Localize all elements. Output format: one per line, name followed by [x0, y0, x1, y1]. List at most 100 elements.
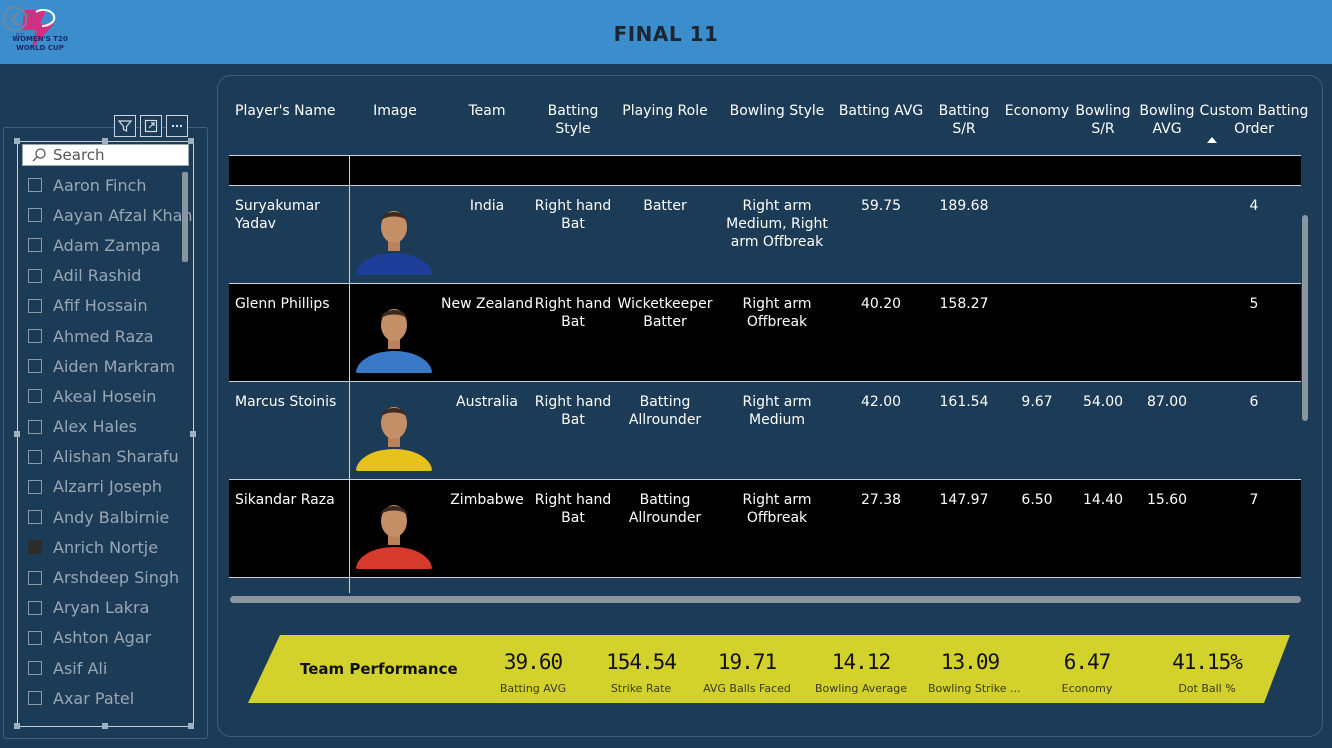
table-cell: Right hand Bat: [534, 492, 612, 526]
table-cell: Right hand Bat: [534, 296, 612, 330]
slicer-item[interactable]: Ashton Agar: [28, 623, 188, 653]
slicer-item[interactable]: Axar Patel: [28, 683, 188, 713]
table-cell: 59.75: [860, 198, 902, 214]
slicer-item[interactable]: Anrich Nortje: [28, 532, 188, 562]
search-input[interactable]: Search: [22, 144, 189, 166]
player-photo: [355, 295, 433, 373]
sort-ascending-icon[interactable]: [1207, 137, 1217, 143]
table-header: Player's Name Image Team Batting Style Playi…: [229, 92, 1308, 154]
table-cell: 189.68: [939, 198, 989, 214]
table-cell: 14.40: [1082, 492, 1124, 508]
slicer-item[interactable]: Andy Balbirnie: [28, 502, 188, 532]
row-divider: [229, 283, 1301, 284]
kpi-value: 6.47: [1063, 650, 1112, 674]
resize-handle[interactable]: [14, 723, 20, 729]
slicer-item-label: Ashton Agar: [53, 628, 152, 648]
slicer-item[interactable]: Ahmed Raza: [28, 321, 188, 351]
column-header[interactable]: Player's Name: [235, 102, 345, 120]
slicer-checkbox[interactable]: [28, 329, 42, 344]
slicer-item[interactable]: Alex Hales: [28, 412, 188, 442]
column-header[interactable]: Batting Style: [533, 102, 613, 138]
table-cell: Right arm Offbreak: [742, 296, 812, 330]
resize-handle[interactable]: [188, 138, 194, 144]
table-cell: Suryakumar Yadav: [235, 198, 320, 232]
table-row[interactable]: Sikandar Raza Zimbabwe Right hand Bat Batti…: [229, 479, 1301, 577]
resize-handle[interactable]: [14, 431, 20, 437]
slicer-checkbox[interactable]: [28, 238, 42, 253]
kpi-label: Bowling Average: [814, 682, 907, 695]
resize-handle[interactable]: [188, 723, 194, 729]
table-cell: 4: [1249, 198, 1259, 214]
slicer-item[interactable]: Asif Ali: [28, 653, 188, 683]
focus-mode-icon[interactable]: [140, 115, 162, 137]
kpi-card: 39.60 Batting AVG: [493, 648, 573, 695]
slicer-item[interactable]: Alishan Sharafu: [28, 442, 188, 472]
table-row[interactable]: Marcus Stoinis Australia Right hand Bat Bat…: [229, 381, 1301, 479]
table-cell: India: [469, 198, 505, 214]
resize-handle[interactable]: [190, 431, 196, 437]
slicer-item[interactable]: Arshdeep Singh: [28, 562, 188, 592]
slicer-item-label: Alzarri Joseph: [53, 477, 162, 497]
slicer-item[interactable]: Adam Zampa: [28, 230, 188, 260]
slicer-item[interactable]: Alzarri Joseph: [28, 472, 188, 502]
column-header[interactable]: Batting S/R: [925, 102, 1003, 138]
column-header[interactable]: Team: [441, 102, 533, 120]
column-header[interactable]: Bowling AVG: [1135, 102, 1199, 138]
slicer-checkbox[interactable]: [28, 661, 42, 676]
table-row-partial: [229, 577, 1301, 593]
slicer-checkbox[interactable]: [28, 691, 42, 706]
slicer-checkbox[interactable]: [28, 298, 42, 313]
slicer-item-label: Aaron Finch: [53, 175, 147, 195]
more-options-icon[interactable]: [166, 115, 188, 137]
column-header[interactable]: Custom Batting Order: [1199, 102, 1309, 138]
resize-handle[interactable]: [14, 138, 20, 144]
slicer-checkbox[interactable]: [28, 600, 42, 615]
table-cell: 6.50: [1021, 492, 1053, 508]
slicer-checkbox[interactable]: [28, 630, 42, 645]
slicer-checkbox[interactable]: [28, 359, 42, 374]
table-vertical-scrollbar[interactable]: [1302, 215, 1308, 421]
column-header[interactable]: Playing Role: [613, 102, 717, 120]
kpi-value: 13.09: [940, 650, 1000, 674]
slicer-checkbox[interactable]: [28, 570, 42, 585]
slicer-checkbox[interactable]: [28, 268, 42, 283]
table-cell: Zimbabwe: [450, 492, 524, 508]
slicer-checkbox[interactable]: [28, 510, 42, 525]
filter-icon[interactable]: [114, 115, 136, 137]
slicer-item[interactable]: Akeal Hosein: [28, 381, 188, 411]
slicer-checkbox[interactable]: [28, 389, 42, 404]
slicer-checkbox[interactable]: [28, 178, 42, 193]
resize-handle[interactable]: [102, 138, 108, 144]
column-header[interactable]: Batting AVG: [837, 102, 925, 120]
column-header[interactable]: Image: [349, 102, 441, 120]
back-arrow-icon[interactable]: [2, 6, 28, 32]
kpi-card: 6.47 Economy: [1045, 648, 1129, 695]
column-header[interactable]: Economy: [1003, 102, 1071, 120]
slicer-item[interactable]: Aayan Afzal Khan: [28, 200, 193, 230]
table-row[interactable]: Suryakumar Yadav India Right hand Bat Batte…: [229, 185, 1301, 283]
slicer-item-label: Ahmed Raza: [53, 326, 154, 346]
resize-handle[interactable]: [102, 723, 108, 729]
kpi-card: 13.09 Bowling Strike ...: [928, 648, 1020, 695]
table-cell: Right arm Medium: [742, 394, 812, 428]
slicer-item[interactable]: Afif Hossain: [28, 291, 188, 321]
table-row[interactable]: Glenn Phillips New Zealand Right hand Bat W…: [229, 283, 1301, 381]
slicer-checkbox[interactable]: [28, 449, 42, 464]
slicer-scrollbar[interactable]: [182, 172, 188, 262]
slicer-checkbox[interactable]: [28, 419, 42, 434]
table-horizontal-scrollbar[interactable]: [230, 596, 1301, 603]
slicer-item[interactable]: Aaron Finch: [28, 170, 188, 200]
table-cell: 9.67: [1021, 394, 1053, 410]
slicer-item[interactable]: Adil Rashid: [28, 261, 188, 291]
kpi-value: 154.54: [606, 650, 677, 674]
column-header[interactable]: Bowling S/R: [1071, 102, 1135, 138]
slicer-checkbox[interactable]: [28, 479, 42, 494]
slicer-item[interactable]: Aryan Lakra: [28, 593, 188, 623]
slicer-item-label: Akeal Hosein: [53, 386, 157, 406]
table-cell: Batter: [643, 198, 687, 214]
slicer-item[interactable]: Aiden Markram: [28, 351, 188, 381]
slicer-item-label: Axar Patel: [53, 688, 135, 708]
slicer-checkbox[interactable]: [28, 540, 42, 555]
slicer-checkbox[interactable]: [28, 208, 42, 223]
column-header[interactable]: Bowling Style: [717, 102, 837, 120]
